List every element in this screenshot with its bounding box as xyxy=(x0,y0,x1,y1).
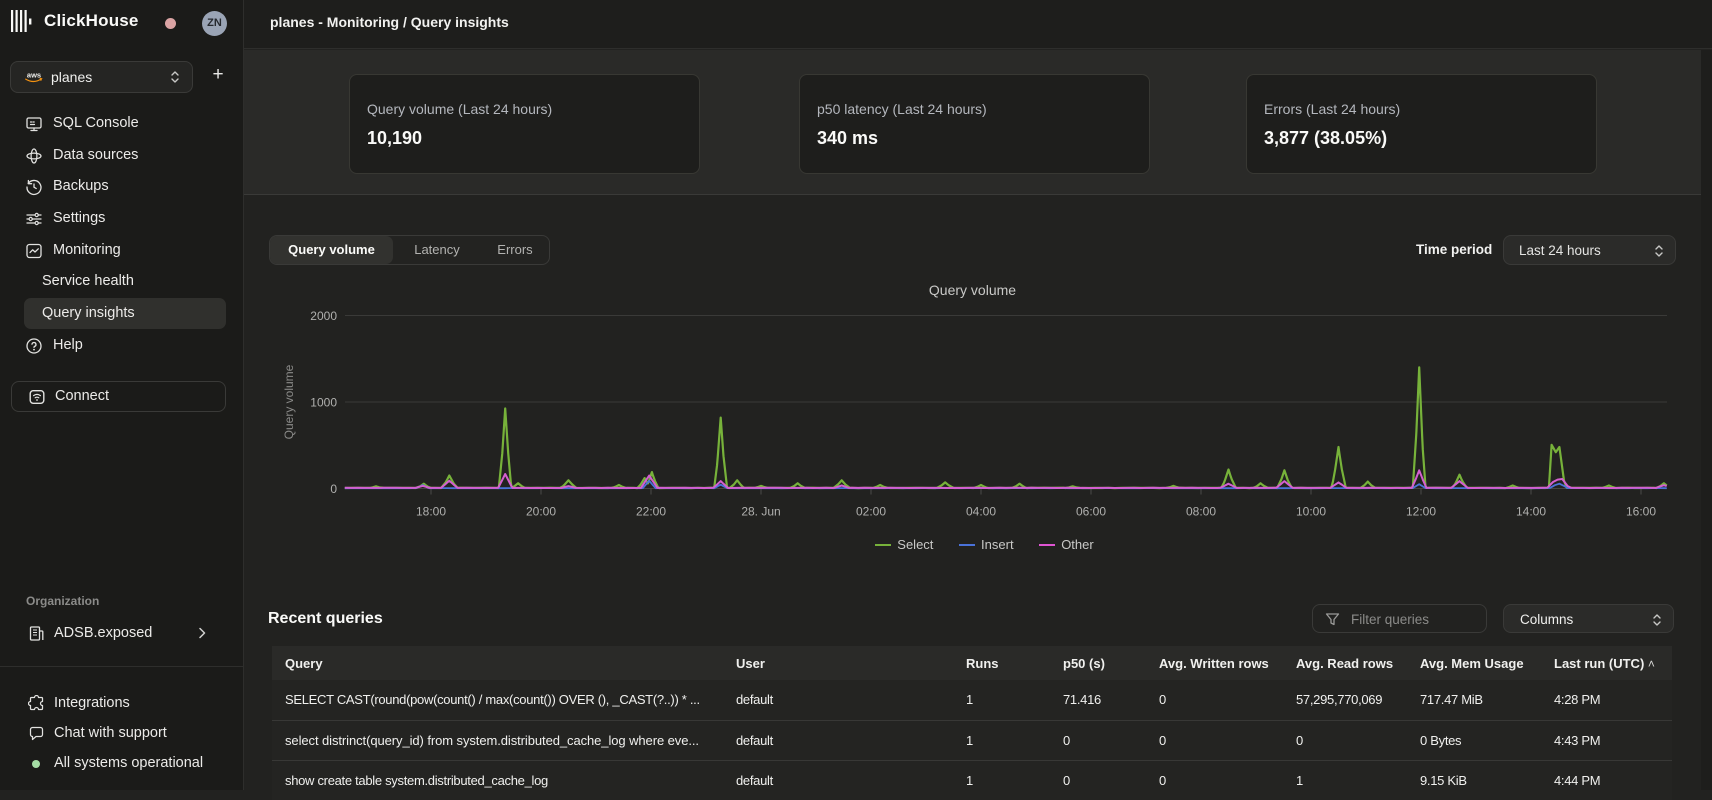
svg-text:04:00: 04:00 xyxy=(966,505,996,519)
svg-text:16:00: 16:00 xyxy=(1626,505,1656,519)
svg-text:06:00: 06:00 xyxy=(1076,505,1106,519)
svg-text:22:00: 22:00 xyxy=(636,505,666,519)
svg-text:0: 0 xyxy=(330,482,337,496)
svg-text:Query volume: Query volume xyxy=(282,364,296,439)
svg-text:2000: 2000 xyxy=(310,309,337,323)
svg-text:12:00: 12:00 xyxy=(1406,505,1436,519)
svg-text:10:00: 10:00 xyxy=(1296,505,1326,519)
svg-text:14:00: 14:00 xyxy=(1516,505,1546,519)
svg-text:aws: aws xyxy=(27,70,41,79)
svg-text:20:00: 20:00 xyxy=(526,505,556,519)
svg-text:28. Jun: 28. Jun xyxy=(741,505,780,519)
svg-text:18:00: 18:00 xyxy=(416,505,446,519)
svg-text:1000: 1000 xyxy=(310,396,337,410)
svg-text:08:00: 08:00 xyxy=(1186,505,1216,519)
svg-text:02:00: 02:00 xyxy=(856,505,886,519)
